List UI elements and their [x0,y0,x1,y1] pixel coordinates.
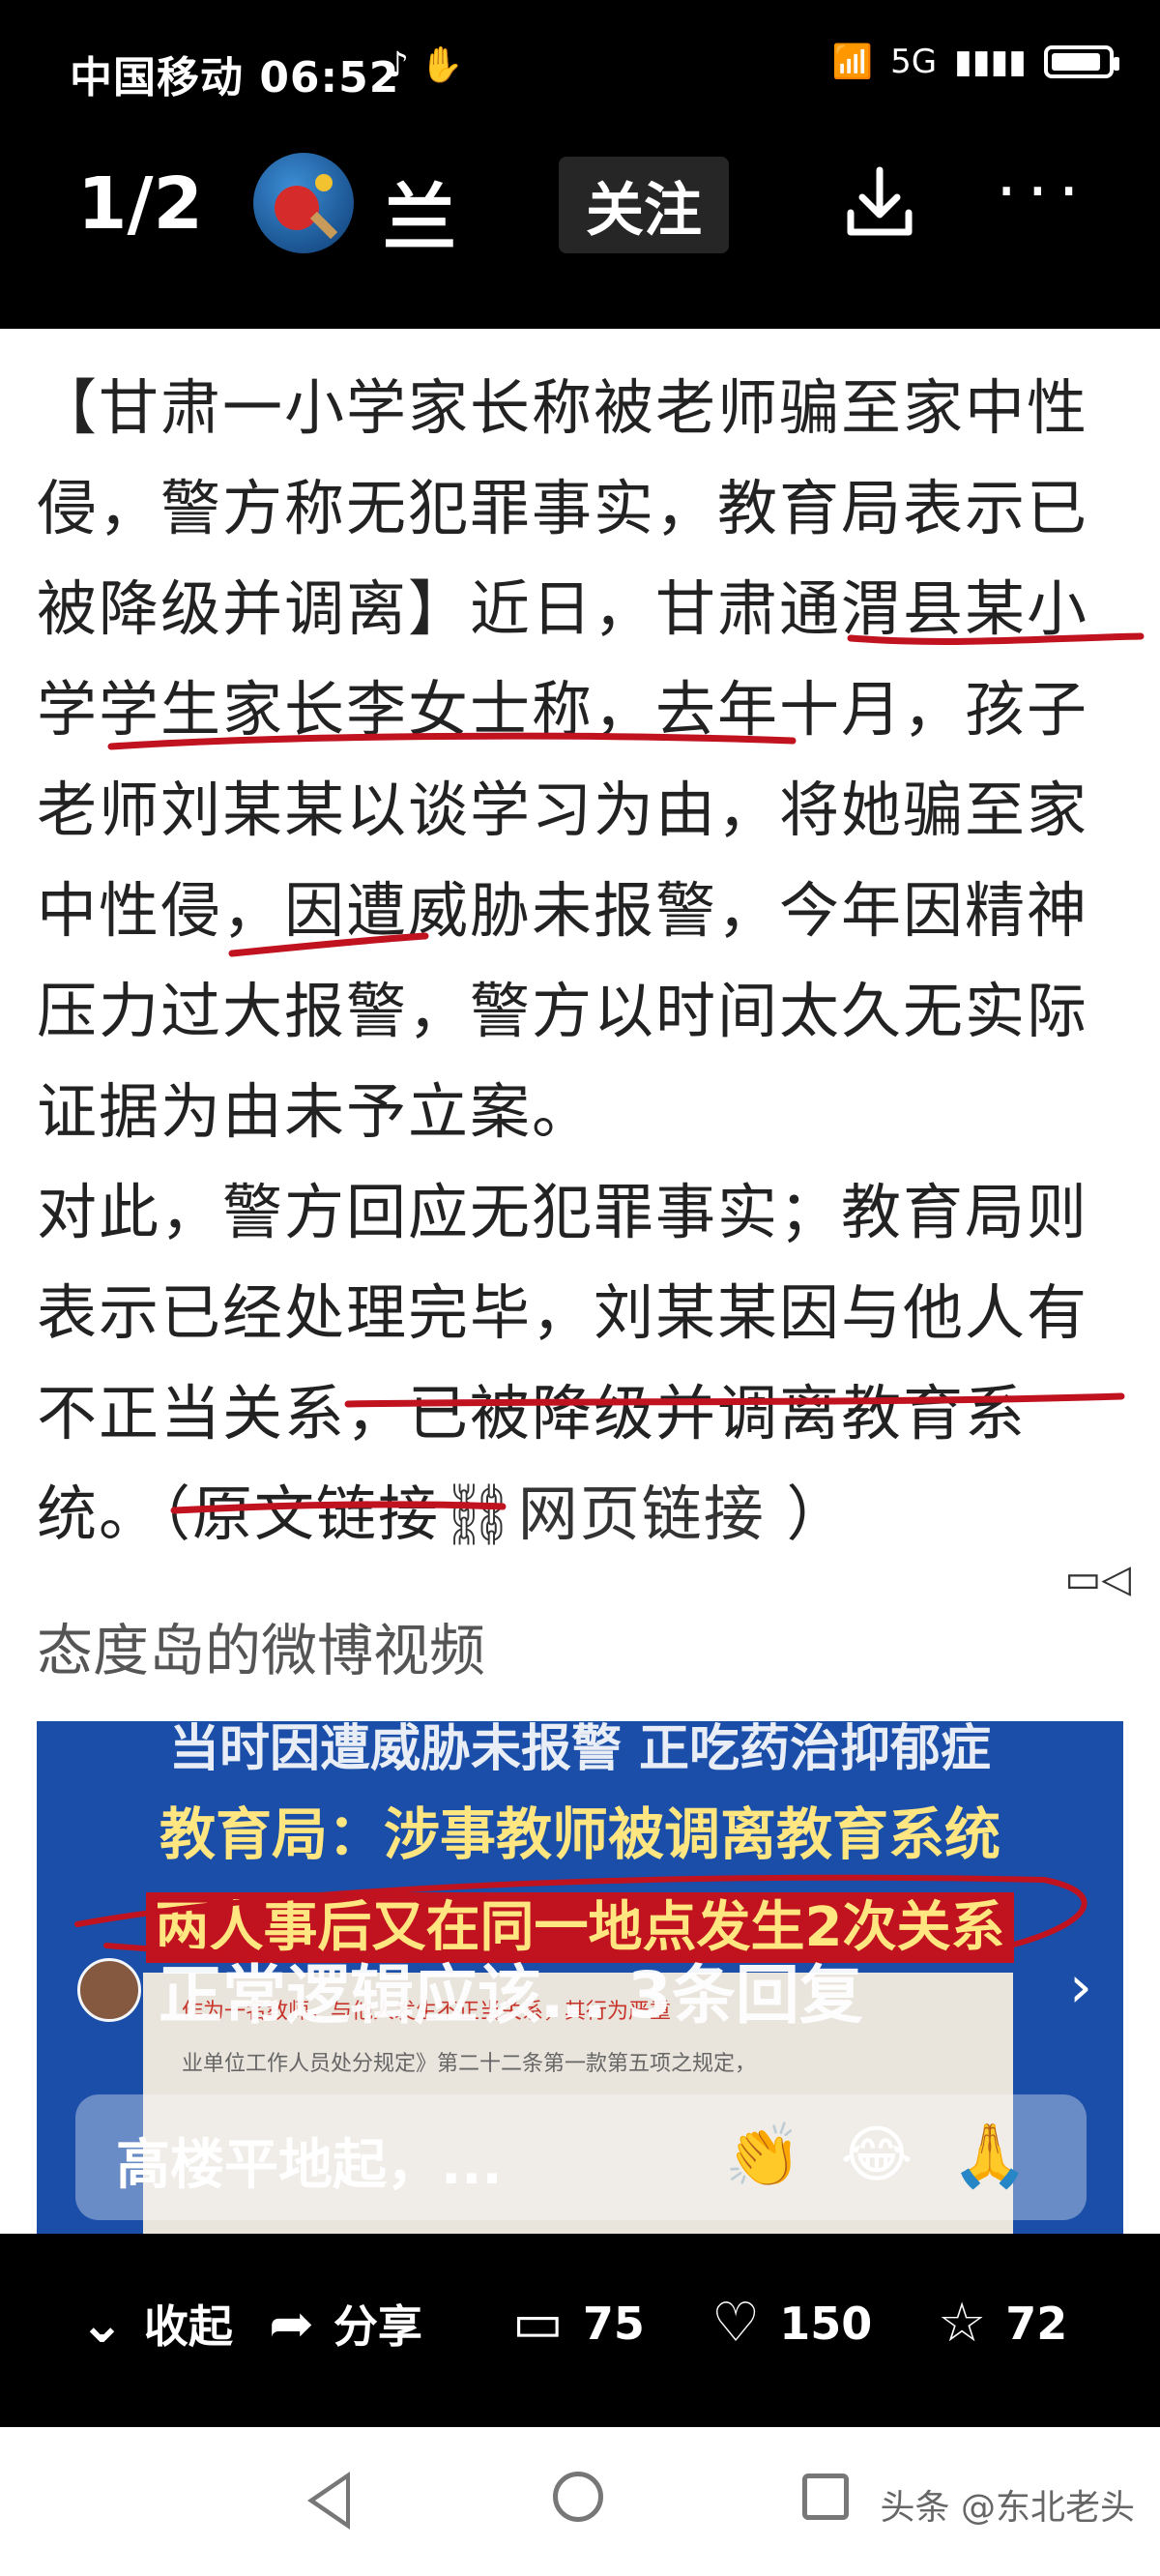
comment-preview-head[interactable]: 正常逻辑应该… 3条回复 [77,1944,863,2036]
action-bar: ⌄ 收起 ➦ 分享 ▭ 75 ♡ 150 ☆ 72 [0,2234,1160,2427]
tiktok-icon: ♪ [387,45,409,85]
reply-count: 3条回复 [626,1958,863,2033]
network-type: 5G [890,43,938,81]
favorite-button[interactable]: ☆ 72 [938,2292,1067,2355]
share-button[interactable]: ➦ 分享 [269,2292,422,2356]
web-link[interactable]: 网页链接 [518,1478,766,1549]
battery-icon [1044,45,1119,78]
paddle-icon [275,186,319,230]
watermark: 头条 @东北老头 [880,2488,1135,2528]
comment-pill[interactable]: 高楼平地起，... 👏 😂 🙏 [75,2094,1087,2220]
comment-button[interactable]: ▭ 75 [512,2292,645,2355]
comment-icon: ▭ [512,2292,564,2355]
video-source[interactable]: 态度岛的微博视频 [37,1605,485,1686]
home-icon[interactable] [553,2472,603,2522]
pray-emoji-icon: 🙏 [951,2121,1029,2192]
hand-icon: ✋ [420,45,464,85]
clap-emoji-icon: 👏 [724,2121,802,2192]
article-text: 【甘肃一小学家长称被老师骗至家中性侵，警方称无犯罪事实，教育局表示已被降级并调离… [37,358,1129,1565]
video-camera-icon: ▭◁ [1064,1557,1131,1601]
download-icon[interactable] [841,164,918,242]
notification-icons: ♪ ✋ [387,44,463,85]
more-icon[interactable]: ··· [996,158,1089,225]
video-caption-2: 教育局：涉事教师被调离教育系统 [159,1801,1000,1867]
doc-line-2: 业单位工作人员处分规定》第二十二条第一款第五项之规定， [182,2052,757,2076]
back-icon[interactable] [307,2472,350,2530]
system-nav-bar: 头条 @东北老头 [0,2427,1160,2576]
star-icon: ☆ [938,2292,987,2355]
commenter-avatar [77,1958,141,2022]
laugh-cry-emoji-icon: 😂 [840,2120,914,2191]
like-button[interactable]: ♡ 150 [711,2292,872,2355]
heart-icon: ♡ [711,2292,761,2355]
follow-button[interactable]: 关注 [559,157,729,253]
status-bar: 中国移动 06:52 ♪ ✋ 📶 5G ▮▮▮▮ [0,0,1160,135]
username[interactable]: 兰 [383,159,456,265]
emoji-reactions: 👏 😂 🙏 [725,2120,1029,2192]
post-content: 【甘肃一小学家长称被老师骗至家中性侵，警方称无犯罪事实，教育局表示已被降级并调离… [0,329,1160,2234]
comment-headline: 正常逻辑应该… [159,1958,605,2033]
collapse-button[interactable]: ⌄ 收起 [79,2292,233,2356]
comment-pill-text: 高楼平地起，... [116,2134,503,2197]
chevron-down-icon: ⌄ [79,2292,125,2356]
article-body: 【甘肃一小学家长称被老师骗至家中性侵，警方称无犯罪事实，教育局表示已被降级并调离… [37,372,1089,1549]
image-counter: 1/2 [77,162,204,246]
carrier-time: 中国移动 06:52 [70,53,400,102]
article-closing: ） [765,1478,849,1549]
wifi-icon: 📶 [831,43,874,81]
recents-icon[interactable] [802,2474,849,2520]
video-caption-1: 当时因遭威胁未报警 正吃药治抑郁症 [168,1721,992,1778]
signal-icon: ▮▮▮▮ [954,43,1027,81]
avatar[interactable] [253,153,354,253]
chevron-right-icon[interactable]: › [1069,1953,1092,2021]
share-icon: ➦ [269,2292,314,2356]
status-right: 📶 5G ▮▮▮▮ [831,43,1119,81]
link-icon: ⛓ [440,1478,518,1549]
top-bar: 1/2 兰 关注 ··· [0,135,1160,329]
